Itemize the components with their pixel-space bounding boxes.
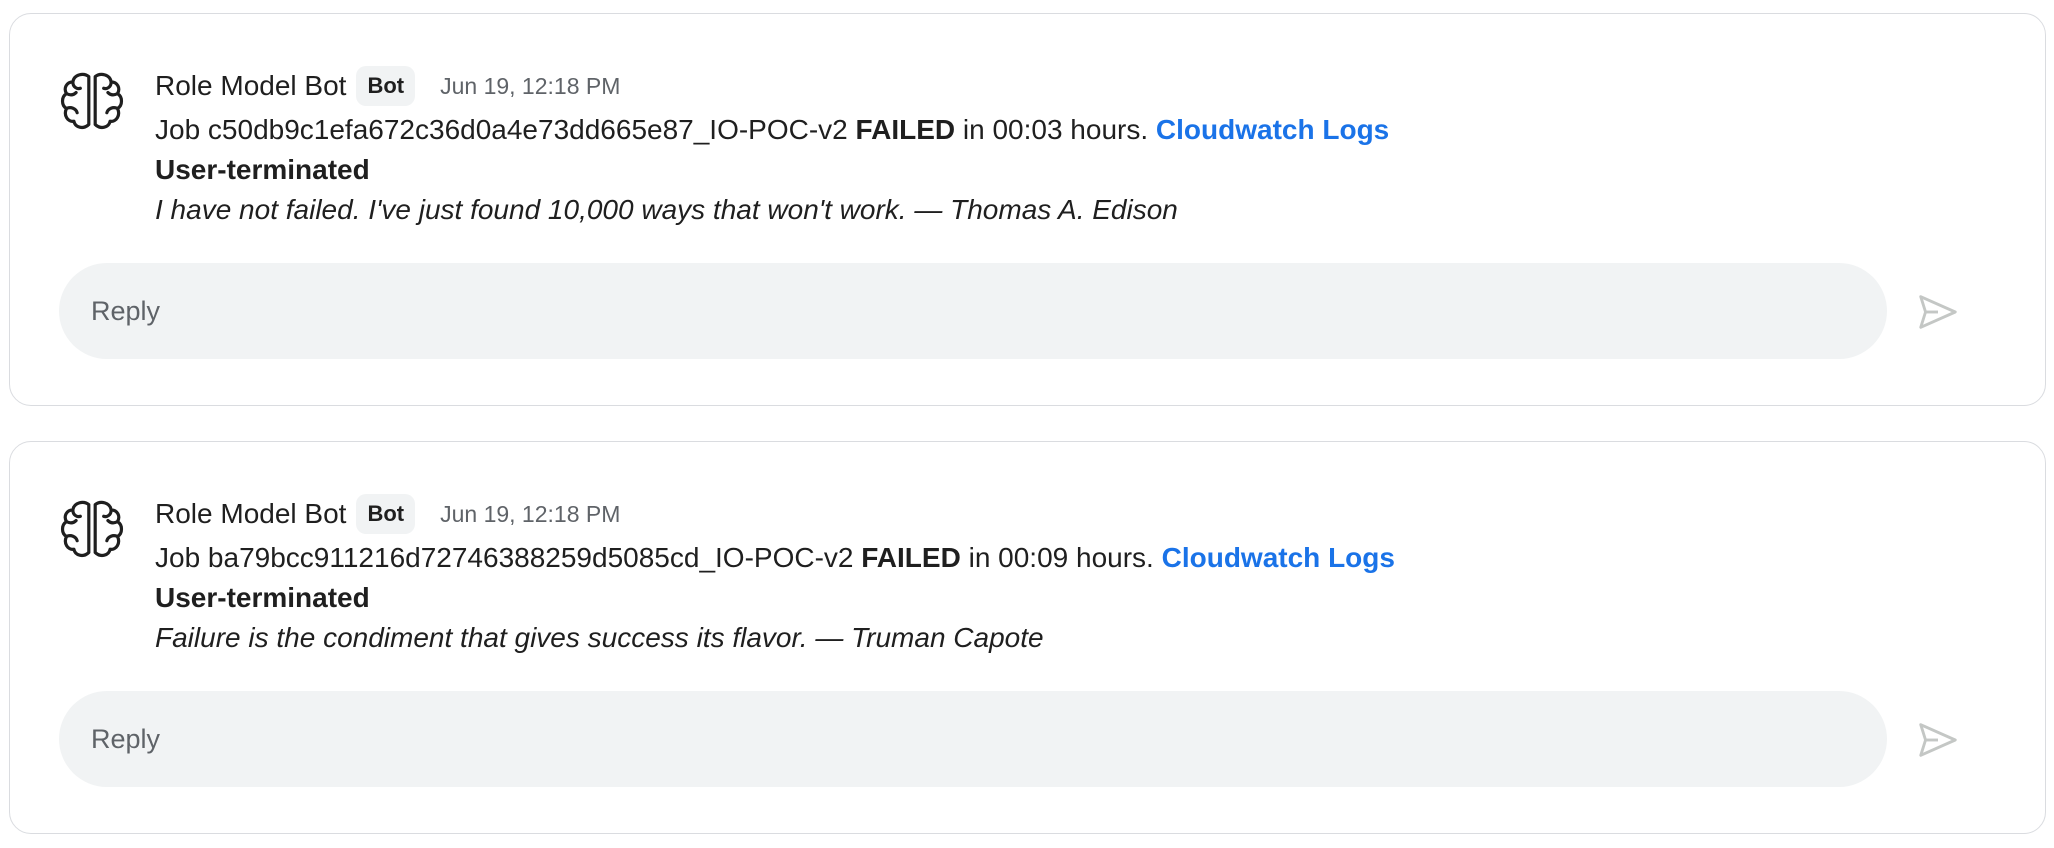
message-timestamp: Jun 19, 12:18 PM: [440, 500, 621, 527]
brain-icon[interactable]: [58, 494, 126, 562]
reply-input[interactable]: Reply: [59, 263, 1887, 359]
reply-input[interactable]: Reply: [59, 691, 1887, 787]
message-card: Role Model Bot Bot Jun 19, 12:18 PM Job …: [9, 13, 2046, 406]
brain-icon[interactable]: [58, 66, 126, 134]
termination-reason: User-terminated: [155, 154, 370, 185]
quote-text: Failure is the condiment that gives succ…: [155, 622, 1044, 653]
cloudwatch-logs-link[interactable]: Cloudwatch Logs: [1156, 114, 1389, 145]
job-id-text: Job ba79bcc911216d72746388259d5085cd_IO-…: [155, 542, 854, 573]
cloudwatch-logs-link[interactable]: Cloudwatch Logs: [1162, 542, 1395, 573]
job-id-text: Job c50db9c1efa672c36d0a4e73dd665e87_IO-…: [155, 114, 848, 145]
sender-name[interactable]: Role Model Bot: [155, 70, 346, 102]
bot-badge: Bot: [356, 494, 416, 534]
job-status-line: Job ba79bcc911216d72746388259d5085cd_IO-…: [155, 538, 1845, 578]
sender-name[interactable]: Role Model Bot: [155, 498, 346, 530]
job-status: FAILED: [861, 542, 961, 573]
job-duration: in 00:03 hours.: [962, 114, 1149, 145]
message-card: Role Model Bot Bot Jun 19, 12:18 PM Job …: [9, 441, 2046, 834]
termination-reason: User-terminated: [155, 582, 370, 613]
send-icon[interactable]: [1915, 717, 1961, 763]
job-status-line: Job c50db9c1efa672c36d0a4e73dd665e87_IO-…: [155, 110, 1845, 150]
reply-placeholder: Reply: [91, 723, 161, 754]
quote-text: I have not failed. I've just found 10,00…: [155, 194, 1178, 225]
message-timestamp: Jun 19, 12:18 PM: [440, 72, 621, 99]
job-duration: in 00:09 hours.: [968, 542, 1154, 573]
reply-placeholder: Reply: [91, 295, 161, 326]
job-status: FAILED: [855, 114, 956, 145]
bot-badge: Bot: [356, 66, 416, 106]
send-icon[interactable]: [1915, 289, 1961, 335]
